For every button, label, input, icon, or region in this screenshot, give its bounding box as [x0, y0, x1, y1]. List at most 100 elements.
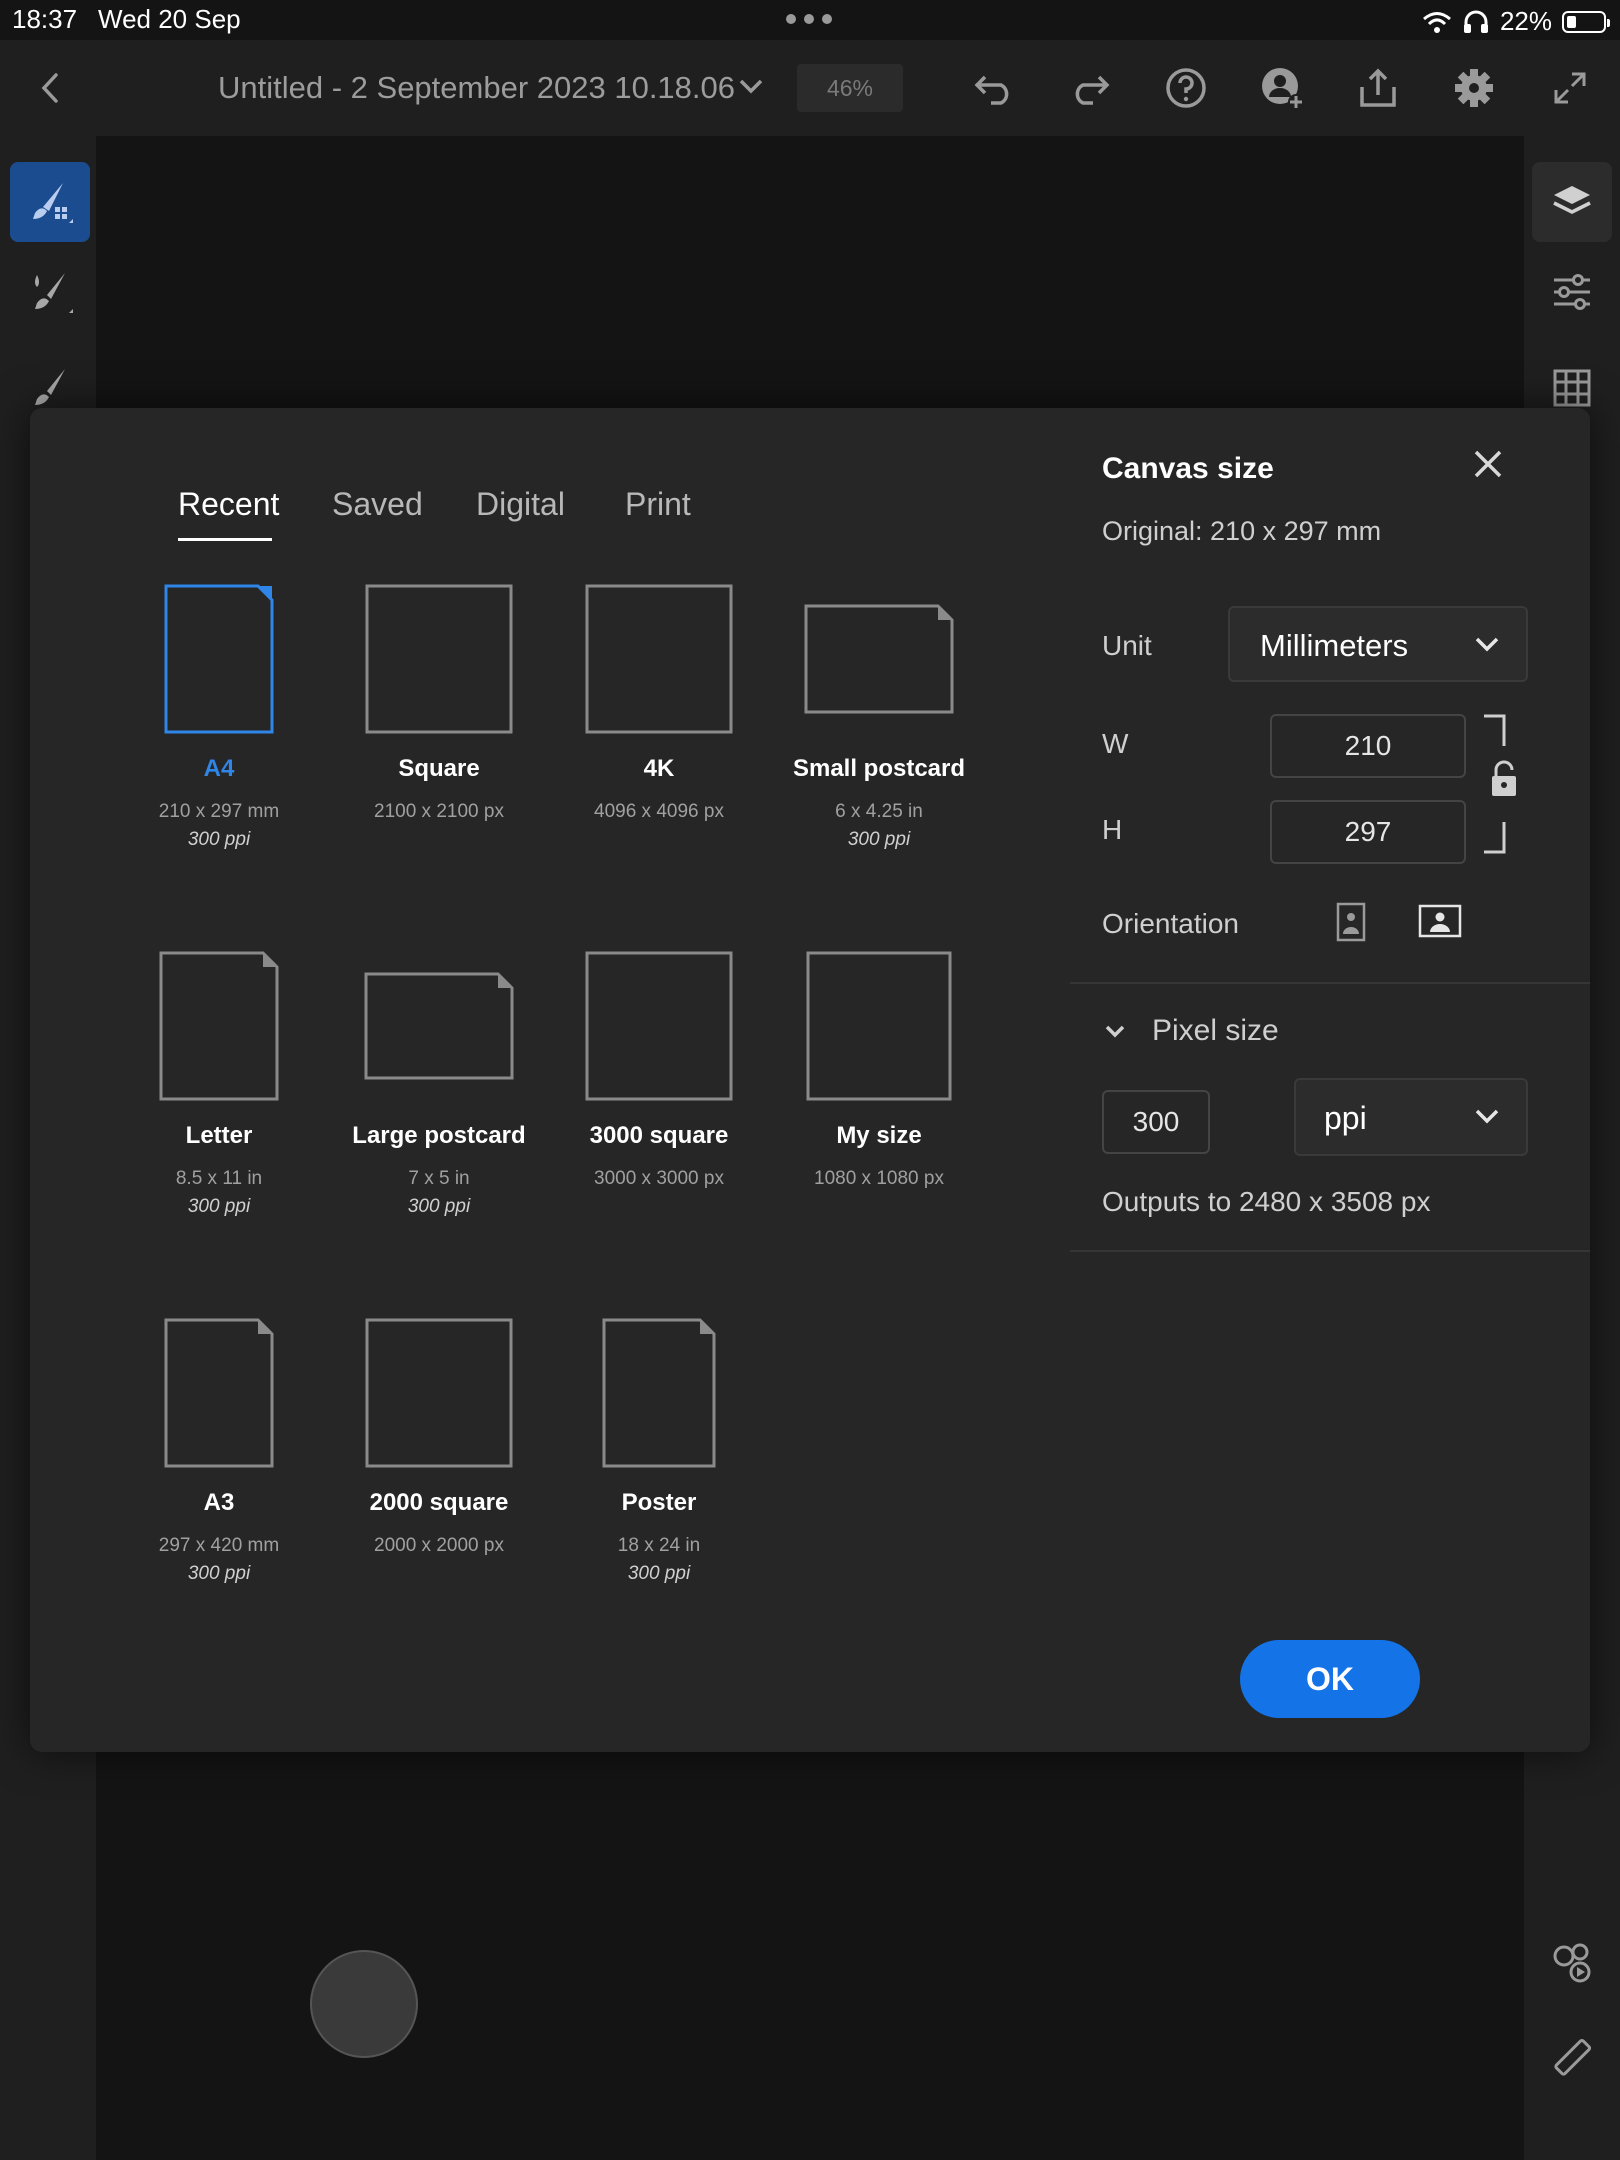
- preset-dimensions: 1080 x 1080 px: [814, 1168, 944, 1189]
- redo-icon[interactable]: [1068, 66, 1112, 110]
- portrait-orientation-icon[interactable]: [1336, 902, 1366, 942]
- resolution-unit-value: ppi: [1324, 1100, 1367, 1136]
- preset-2000-square[interactable]: 2000 square 2000 x 2000 px: [329, 1318, 549, 1557]
- preset-ppi: 300 ppi: [187, 1196, 251, 1217]
- preset-name: 2000 square: [369, 1489, 509, 1516]
- close-icon[interactable]: [1470, 446, 1506, 482]
- wifi-icon: [1422, 11, 1451, 33]
- preset-dimensions: 18 x 24 in: [617, 1535, 701, 1556]
- preset-3000-square[interactable]: 3000 square 3000 x 3000 px: [549, 951, 769, 1190]
- ruler-button[interactable]: [1532, 2018, 1612, 2098]
- preset-letter[interactable]: Letter 8.5 x 11 in 300 ppi: [109, 951, 329, 1218]
- width-label: W: [1102, 728, 1129, 759]
- grid-icon: [1553, 369, 1591, 407]
- settings-icon[interactable]: [1452, 66, 1496, 110]
- document-title[interactable]: Untitled - 2 September 2023 10.18.06: [218, 70, 735, 106]
- resolution-input[interactable]: 300: [1102, 1090, 1210, 1154]
- preset-a3[interactable]: A3 297 x 420 mm 300 ppi: [109, 1318, 329, 1585]
- preset-dimensions: 3000 x 3000 px: [594, 1168, 724, 1189]
- preset-dimensions: 2000 x 2000 px: [374, 1535, 504, 1556]
- share-icon[interactable]: [1356, 66, 1400, 110]
- preset-ppi: 300 ppi: [627, 1563, 691, 1584]
- output-size-text: Outputs to 2480 x 3508 px: [1102, 1186, 1431, 1217]
- preset-large-postcard[interactable]: Large postcard 7 x 5 in 300 ppi: [329, 972, 549, 1218]
- undo-icon[interactable]: [972, 66, 1016, 110]
- preset-ppi: 300 ppi: [187, 829, 251, 850]
- preset-dimensions: 2100 x 2100 px: [374, 801, 504, 822]
- fullscreen-icon[interactable]: [1548, 66, 1592, 110]
- zoom-level[interactable]: 46%: [797, 64, 903, 112]
- multitasking-dots-icon[interactable]: [786, 14, 832, 24]
- preset-poster[interactable]: Poster 18 x 24 in 300 ppi: [549, 1318, 769, 1585]
- pixel-brush-tool-button[interactable]: [10, 162, 90, 242]
- portrait-page-icon: [602, 1318, 716, 1468]
- status-bar: 18:37 Wed 20 Sep 22%: [0, 0, 1620, 40]
- touch-modifier-button[interactable]: [310, 1950, 418, 2058]
- chevron-down-icon: [1475, 637, 1499, 652]
- preset-dimensions: 8.5 x 11 in: [175, 1168, 263, 1189]
- preset-dimensions: 210 x 297 mm: [158, 801, 280, 822]
- height-label: H: [1102, 814, 1123, 845]
- chevron-down-icon: [1475, 1109, 1499, 1124]
- preset-ppi: 300 ppi: [407, 1196, 471, 1217]
- chevron-down-icon[interactable]: [738, 78, 764, 96]
- layers-icon: [1553, 186, 1591, 214]
- portrait-page-icon: [164, 584, 274, 734]
- preset-ppi: 300 ppi: [187, 1563, 251, 1584]
- timelapse-button[interactable]: [1532, 1922, 1612, 2002]
- new-canvas-dialog: Recent Saved Digital Print A4 210 x 297 …: [30, 408, 1590, 1752]
- chevron-down-icon[interactable]: [1104, 1024, 1126, 1040]
- preset-small-postcard[interactable]: Small postcard 6 x 4.25 in 300 ppi: [769, 604, 989, 851]
- invite-icon[interactable]: [1260, 66, 1304, 110]
- original-size: Original: 210 x 297 mm: [1102, 516, 1382, 546]
- battery-icon: [1562, 10, 1610, 33]
- section-divider: [1070, 1250, 1590, 1252]
- preset-name: A3: [203, 1489, 235, 1516]
- vector-brush-icon: [35, 369, 65, 405]
- sliders-icon: [1554, 274, 1590, 310]
- preset-square[interactable]: Square 2100 x 2100 px: [329, 584, 549, 823]
- width-input[interactable]: 210: [1270, 714, 1466, 778]
- layers-button[interactable]: [1532, 162, 1612, 242]
- status-time: 18:37: [12, 4, 78, 34]
- height-input[interactable]: 297: [1270, 800, 1466, 864]
- live-brush-icon: [35, 273, 73, 313]
- tab-print[interactable]: Print: [625, 486, 691, 523]
- square-page-icon: [585, 951, 733, 1101]
- preset-ppi: 300 ppi: [847, 829, 911, 850]
- orientation-label: Orientation: [1102, 908, 1239, 939]
- preset-name: Large postcard: [352, 1122, 526, 1149]
- tab-recent[interactable]: Recent: [178, 486, 279, 523]
- preset-name: My size: [836, 1122, 922, 1149]
- tab-saved[interactable]: Saved: [332, 486, 423, 523]
- preset-4k[interactable]: 4K 4096 x 4096 px: [549, 584, 769, 823]
- adjustments-button[interactable]: [1532, 252, 1612, 332]
- preset-a4[interactable]: A4 210 x 297 mm 300 ppi: [109, 584, 329, 851]
- preset-my-size[interactable]: My size 1080 x 1080 px: [769, 951, 989, 1190]
- portrait-page-icon: [159, 951, 279, 1101]
- square-page-icon: [365, 584, 513, 734]
- ok-button[interactable]: OK: [1240, 1640, 1420, 1718]
- live-brush-tool-button[interactable]: [10, 252, 90, 332]
- preset-name: Small postcard: [792, 755, 966, 782]
- back-icon[interactable]: [28, 66, 72, 110]
- unit-value: Millimeters: [1260, 628, 1409, 663]
- canvas-size-title: Canvas size: [1102, 452, 1274, 485]
- square-page-icon: [365, 1318, 513, 1468]
- aspect-lock-icon[interactable]: [1482, 714, 1526, 854]
- help-icon[interactable]: [1164, 66, 1208, 110]
- tab-digital[interactable]: Digital: [476, 486, 565, 523]
- preset-name: Poster: [621, 1489, 697, 1516]
- resolution-unit-select[interactable]: ppi: [1294, 1078, 1528, 1156]
- landscape-orientation-icon[interactable]: [1418, 904, 1462, 938]
- landscape-page-icon: [364, 972, 514, 1080]
- unit-select[interactable]: Millimeters: [1228, 606, 1528, 682]
- preset-name: A4: [203, 755, 235, 782]
- ruler-icon: [1554, 2038, 1592, 2076]
- square-page-icon: [585, 584, 733, 734]
- unit-label: Unit: [1102, 630, 1152, 661]
- battery-percent: 22%: [1499, 6, 1552, 36]
- pixel-size-toggle[interactable]: Pixel size: [1152, 1014, 1279, 1048]
- timelapse-icon: [1553, 1943, 1591, 1983]
- portrait-page-icon: [164, 1318, 274, 1468]
